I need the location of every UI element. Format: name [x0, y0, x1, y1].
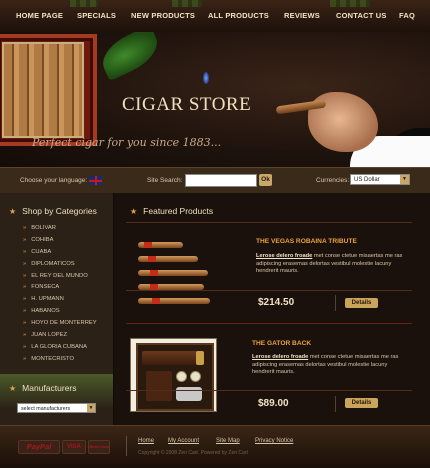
category-item[interactable]: COHIBA — [23, 237, 97, 249]
product-price: $214.50 — [258, 297, 295, 308]
vine-decoration — [330, 0, 370, 7]
nav-home[interactable]: HOME PAGE — [16, 11, 63, 20]
flame-icon — [203, 72, 209, 84]
divider — [126, 323, 412, 324]
tobacco-leaf-image — [95, 32, 165, 82]
category-item[interactable]: HOYO DE MONTERREY — [23, 320, 96, 332]
star-icon: ★ — [130, 207, 138, 216]
divider — [126, 290, 412, 291]
nav-reviews[interactable]: REVIEWS — [284, 11, 320, 20]
gauge-icon — [190, 371, 201, 382]
page: HOME PAGE SPECIALS NEW PRODUCTS ALL PROD… — [0, 0, 430, 468]
featured-title: Featured Products — [143, 206, 214, 216]
manufacturers-heading: ★ Manufacturers — [9, 383, 77, 393]
english-flag-icon[interactable] — [89, 176, 102, 185]
footer-link-privacy-notice[interactable]: Privacy Notice — [255, 438, 293, 444]
manufacturers-title: Manufacturers — [22, 383, 77, 393]
product-link[interactable]: Lerose delero froade — [252, 354, 308, 360]
nav-new-products[interactable]: NEW PRODUCTS — [131, 11, 195, 20]
star-icon: ★ — [9, 207, 17, 216]
category-item[interactable]: HABANOS — [23, 308, 97, 320]
product-name[interactable]: THE VEGAS ROBAINA TRIBUTE — [256, 238, 357, 245]
category-item[interactable]: EL REY DEL MUNDO — [23, 273, 97, 285]
vine-decoration — [70, 0, 98, 7]
categories-title: Shop by Categories — [22, 206, 97, 216]
manufacturers-select-value: select manufacturers — [21, 406, 71, 412]
store-title: CIGAR STORE — [122, 94, 252, 115]
case-cap — [196, 351, 204, 365]
chevron-down-icon: ▼ — [400, 175, 409, 184]
category-item[interactable]: LA GLORIA CUBANA — [23, 344, 97, 356]
details-button[interactable]: Details — [345, 398, 378, 408]
cigar-band — [148, 256, 156, 262]
divider — [126, 390, 412, 391]
hero-banner: CIGAR STORE Perfect cigar for you since … — [0, 32, 430, 167]
search-label: Site Search: — [147, 177, 183, 184]
cigar-shape — [138, 270, 208, 276]
gauge-icon — [176, 371, 187, 382]
footer-link-home[interactable]: Home — [138, 438, 154, 444]
star-icon: ★ — [9, 384, 17, 393]
search-input[interactable] — [185, 174, 257, 187]
cigars-in-box — [2, 42, 84, 138]
category-item[interactable]: CUABA — [23, 249, 97, 261]
top-navigation: HOME PAGE SPECIALS NEW PRODUCTS ALL PROD… — [0, 0, 430, 33]
nav-all-products[interactable]: ALL PRODUCTS — [208, 11, 269, 20]
leather-pouch — [146, 371, 172, 401]
cigar-case — [142, 351, 202, 365]
visa-logo: VISA — [62, 440, 86, 454]
chevron-down-icon: ▼ — [87, 404, 95, 412]
categories-heading: ★ Shop by Categories — [9, 206, 97, 216]
featured-heading: ★ Featured Products — [130, 206, 213, 216]
product-link[interactable]: Lerose delero froade — [256, 253, 312, 259]
cigar-shape — [138, 298, 210, 304]
category-list: BOLIVAR COHIBA CUABA DIPLOMATICOS EL REY… — [23, 225, 97, 368]
cigar-box-image — [0, 34, 97, 146]
category-item[interactable]: H. UPMANN — [23, 296, 97, 308]
product-description: Lerose delero froade met conse ctetue mi… — [252, 354, 410, 377]
manufacturers-select[interactable]: select manufacturers ▼ — [17, 403, 96, 413]
humidor-image — [136, 343, 214, 411]
vine-decoration — [172, 0, 202, 7]
manufacturers-panel — [0, 374, 113, 425]
category-item[interactable]: MONTECRISTO — [23, 356, 97, 368]
language-label: Choose your language: — [20, 177, 88, 184]
category-item[interactable]: DIPLOMATICOS — [23, 261, 97, 273]
product-description: Lerose delero froade met conse ctetue mi… — [256, 253, 414, 276]
category-item[interactable]: FONSECA — [23, 284, 97, 296]
product-price: $89.00 — [258, 398, 289, 409]
cigar-band — [144, 242, 152, 248]
footer-separator — [126, 436, 127, 456]
currency-value: US Dollar — [354, 177, 380, 183]
product-name[interactable]: THE GATOR BACK — [252, 340, 311, 347]
details-button[interactable]: Details — [345, 298, 378, 308]
store-tagline: Perfect cigar for you since 1883... — [32, 136, 222, 149]
utility-bar: Choose your language: Site Search: Ok Cu… — [0, 167, 430, 194]
nav-specials[interactable]: SPECIALS — [77, 11, 116, 20]
product-image-vegas-robaina[interactable] — [130, 232, 215, 304]
price-separator — [335, 396, 336, 412]
currency-select[interactable]: US Dollar ▼ — [350, 174, 410, 185]
copyright-text: Copyright © 2008 Zen Cart. Powered by Ze… — [138, 450, 248, 456]
currency-label: Currencies: — [316, 177, 350, 184]
mastercard-logo: MasterCard — [88, 440, 110, 454]
cigar-band — [152, 298, 160, 304]
paypal-logo: PayPal — [18, 440, 60, 454]
category-item[interactable]: JUAN LOPEZ — [23, 332, 97, 344]
category-item[interactable]: BOLIVAR — [23, 225, 97, 237]
footer-link-my-account[interactable]: My Account — [168, 438, 199, 444]
cigar-shape — [138, 256, 198, 262]
divider — [126, 222, 412, 223]
footer-link-site-map[interactable]: Site Map — [216, 438, 240, 444]
cigar-band — [150, 270, 158, 276]
price-separator — [335, 295, 336, 311]
nav-contact-us[interactable]: CONTACT US — [336, 11, 387, 20]
product-image-gator-back[interactable] — [130, 338, 217, 412]
nav-faq[interactable]: FAQ — [399, 11, 415, 20]
search-ok-button[interactable]: Ok — [259, 174, 272, 186]
